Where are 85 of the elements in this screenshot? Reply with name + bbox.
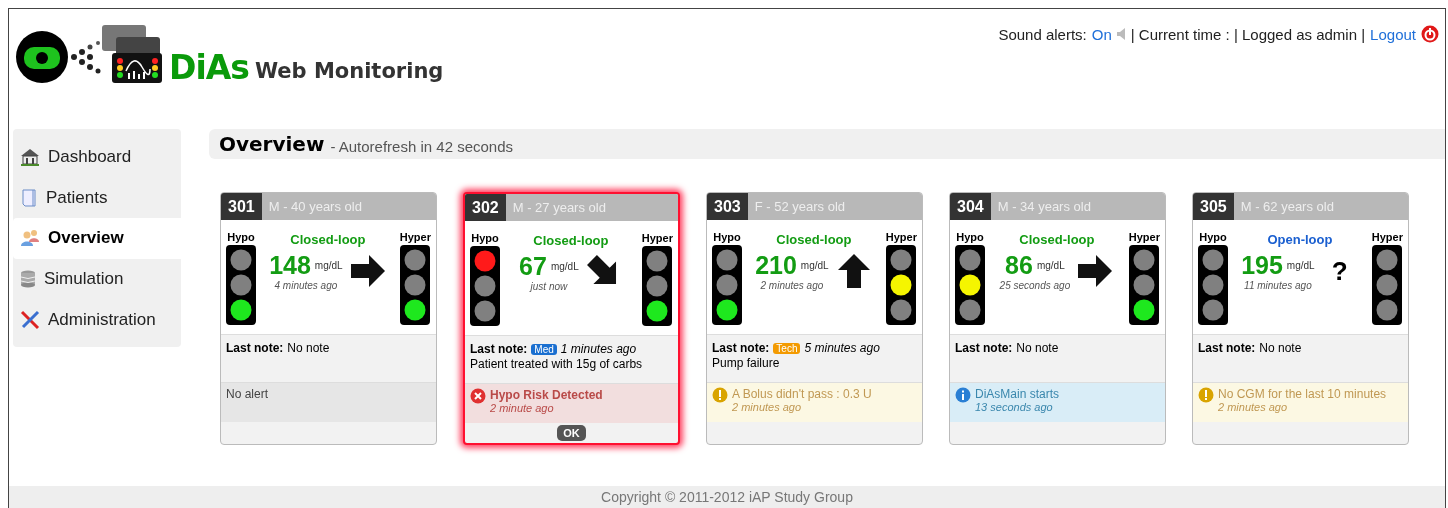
loop-mode: Closed-loop <box>1019 232 1095 247</box>
people-icon <box>20 229 40 248</box>
database-icon <box>20 270 36 289</box>
book-icon <box>20 187 38 208</box>
hypo-label: Hypo <box>1199 231 1227 243</box>
glucose-value: 195 <box>1241 251 1283 280</box>
reading-time: 2 minutes ago <box>760 280 824 291</box>
glucose-unit: mg/dL <box>314 260 343 271</box>
hyper-label: Hyper <box>1371 231 1403 243</box>
logo-subtitle: Web Monitoring <box>254 58 444 85</box>
page-title: Overview <box>219 132 325 156</box>
glucose-unit: mg/dL <box>800 260 829 271</box>
glucose-value: 86 <box>1005 251 1033 280</box>
tools-icon <box>20 309 40 330</box>
note-text: No note <box>1259 341 1302 355</box>
loop-mode: Open-loop <box>1267 232 1333 247</box>
copyright-text: Copyright © 2011-2012 iAP Study Group <box>601 489 853 505</box>
autorefresh-text: - Autorefresh in 42 seconds <box>330 136 513 155</box>
hypo-label: Hypo <box>471 232 499 244</box>
alert-time: 2 minute ago <box>490 402 555 414</box>
warning-icon <box>712 387 728 403</box>
note-time: 5 minutes ago <box>804 341 880 355</box>
alert-title: No CGM for the last 10 minutes <box>1218 387 1387 401</box>
hypo-label: Hypo <box>713 231 741 243</box>
patient-id: 303 <box>707 193 748 220</box>
note-text: No note <box>1016 341 1059 355</box>
reading-time: 11 minutes ago <box>1244 280 1312 291</box>
hyper-label: Hyper <box>399 231 431 243</box>
alert-title: DiAsMain starts <box>975 387 1060 401</box>
hypo-label: Hypo <box>956 231 984 243</box>
error-icon <box>470 388 486 404</box>
sidebar-item[interactable]: Simulation <box>13 258 181 300</box>
glucose-value: 148 <box>269 251 311 280</box>
hyper-label: Hyper <box>1128 231 1160 243</box>
hypo-label: Hypo <box>227 231 255 243</box>
glucose-value: 210 <box>755 251 797 280</box>
patient-id: 301 <box>221 193 262 220</box>
note-label: Last note: <box>1198 341 1256 355</box>
alert-time: 2 minutes ago <box>732 401 803 413</box>
house-icon <box>20 148 40 167</box>
sound-alerts-label: Sound alerts: <box>998 25 1087 43</box>
loop-mode: Closed-loop <box>533 233 609 248</box>
alert-title: No alert <box>226 387 269 401</box>
logo-title: DiAs <box>169 51 249 85</box>
glucose-value: 67 <box>519 252 547 281</box>
reading-time: 25 seconds ago <box>999 280 1071 291</box>
alert-title: Hypo Risk Detected <box>490 388 603 402</box>
reading-time: just now <box>530 281 568 292</box>
trend-unknown: ? <box>1331 255 1348 287</box>
alert-title: A Bolus didn't pass : 0.3 U <box>732 387 872 401</box>
patient-id: 302 <box>465 194 506 221</box>
note-label: Last note: <box>955 341 1013 355</box>
patient-id: 305 <box>1193 193 1234 220</box>
alert-time: 2 minutes ago <box>1218 401 1289 413</box>
info-icon <box>955 387 971 403</box>
glucose-unit: mg/dL <box>1286 260 1315 271</box>
warning-icon <box>1198 387 1214 403</box>
note-time: 1 minutes ago <box>560 342 637 356</box>
patient-id: 304 <box>950 193 991 220</box>
note-tag: Tech <box>773 342 801 354</box>
loop-mode: Closed-loop <box>776 232 852 247</box>
note-text: No note <box>287 341 330 355</box>
session-status: | Current time : | Logged as admin | <box>1130 25 1366 43</box>
sidebar-item[interactable]: Patients <box>13 177 181 219</box>
glucose-unit: mg/dL <box>1036 260 1065 271</box>
sidebar-item[interactable]: Administration <box>13 299 181 340</box>
ok-button[interactable]: OK <box>557 425 586 441</box>
power-icon[interactable] <box>1421 25 1439 43</box>
hyper-label: Hyper <box>641 232 673 244</box>
note-label: Last note: <box>226 341 284 355</box>
logout-link[interactable]: Logout <box>1370 25 1416 43</box>
sound-toggle-link[interactable]: On <box>1091 25 1112 43</box>
note-text: Pump failure <box>712 356 781 370</box>
hyper-label: Hyper <box>885 231 917 243</box>
speaker-icon <box>1116 28 1126 40</box>
note-tag: Med <box>531 343 557 355</box>
glucose-unit: mg/dL <box>550 261 579 272</box>
reading-time: 4 minutes ago <box>274 280 338 291</box>
note-text: Patient treated with 15g of carbs <box>470 357 644 371</box>
note-label: Last note: <box>470 342 528 356</box>
sidebar-item[interactable]: Dashboard <box>13 137 181 178</box>
note-label: Last note: <box>712 341 770 355</box>
alert-time: 13 seconds ago <box>975 401 1054 413</box>
loop-mode: Closed-loop <box>290 232 366 247</box>
sidebar-item[interactable]: Overview <box>13 218 181 259</box>
